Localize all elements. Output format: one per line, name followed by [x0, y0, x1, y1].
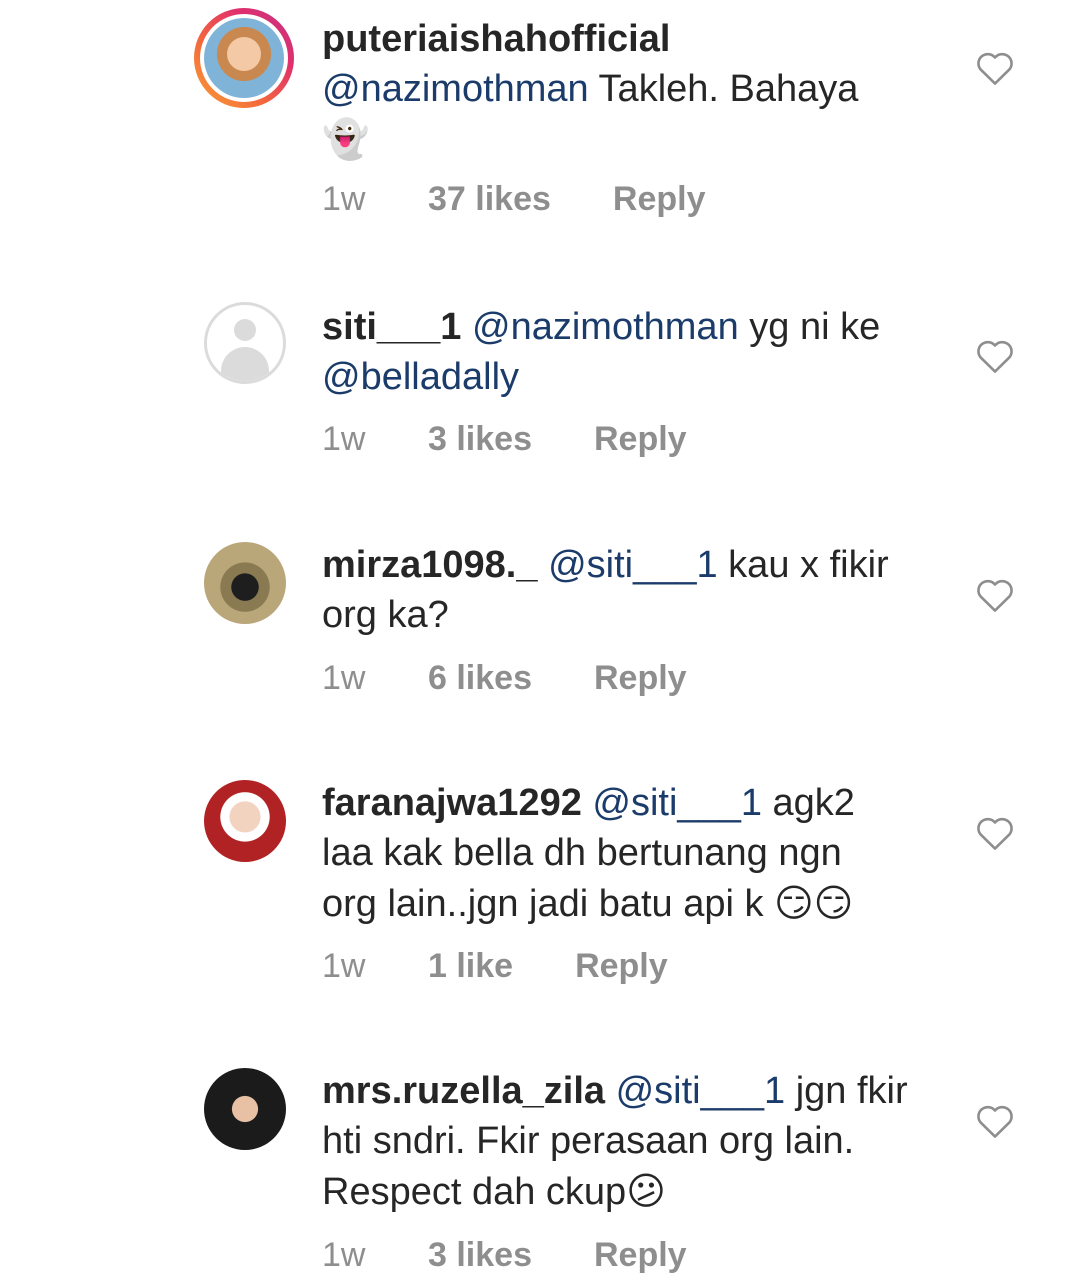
comment-text: siti___1 @nazimothman yg ni ke @belladal… — [322, 302, 942, 402]
comment-meta: 1w 3 likes Reply — [322, 420, 687, 459]
comment-body: Takleh. Bahaya — [588, 68, 859, 110]
comment-text: mirza1098._ @siti___1 kau x fikir org ka… — [322, 540, 942, 640]
comment-text: faranajwa1292 @siti___1 agk2 laa kak bel… — [322, 778, 942, 929]
mention-link[interactable]: @nazimothman — [472, 306, 739, 348]
likes-count[interactable]: 3 likes — [428, 1236, 532, 1275]
likes-count[interactable]: 37 likes — [428, 180, 551, 219]
comment-body: hti sndri. Fkir perasaan org lain. — [322, 1120, 855, 1162]
reply-button[interactable]: Reply — [594, 659, 687, 698]
ghost-emoji: 👻 — [322, 117, 370, 161]
reply-button[interactable]: Reply — [575, 947, 668, 986]
comment-meta: 1w 1 like Reply — [322, 947, 668, 986]
avatar[interactable] — [204, 542, 286, 624]
comment-body: yg ni ke — [738, 306, 881, 348]
mention-link[interactable]: @siti___1 — [548, 544, 718, 586]
username[interactable]: mirza1098._ — [322, 544, 538, 586]
mention-link[interactable]: @nazimothman — [322, 68, 589, 110]
avatar[interactable] — [204, 780, 286, 862]
timestamp: 1w — [322, 1236, 366, 1274]
comment-meta: 1w 3 likes Reply — [322, 1236, 687, 1275]
avatar-photo — [204, 18, 284, 98]
heart-icon[interactable] — [975, 577, 1015, 613]
timestamp: 1w — [322, 180, 366, 218]
comment-text: puteriaishahofficial @nazimothman Takleh… — [322, 14, 942, 165]
comment-text: mrs.ruzella_zila @siti___1 jgn fkir hti … — [322, 1066, 942, 1217]
heart-icon[interactable] — [975, 815, 1015, 851]
comment-meta: 1w 6 likes Reply — [322, 659, 687, 698]
smirk-emoji: 😏😏 — [774, 881, 854, 925]
comment-body: Respect dah ckup — [322, 1171, 627, 1213]
timestamp: 1w — [322, 659, 366, 697]
heart-icon[interactable] — [975, 338, 1015, 374]
confused-emoji: 😕 — [626, 1169, 666, 1213]
comment-body: org ka? — [322, 594, 449, 636]
default-avatar-body — [221, 347, 269, 381]
avatar[interactable] — [194, 8, 294, 108]
timestamp: 1w — [322, 947, 366, 985]
reply-button[interactable]: Reply — [613, 180, 706, 219]
comment-body: laa kak bella dh bertunang ngn — [322, 832, 842, 874]
comment-meta: 1w 37 likes Reply — [322, 180, 705, 219]
likes-count[interactable]: 3 likes — [428, 420, 532, 459]
username[interactable]: mrs.ruzella_zila — [322, 1070, 605, 1112]
avatar[interactable] — [204, 302, 286, 384]
default-avatar-head — [234, 319, 256, 341]
heart-icon[interactable] — [975, 50, 1015, 86]
avatar[interactable] — [204, 1068, 286, 1150]
likes-count[interactable]: 6 likes — [428, 659, 532, 698]
mention-link[interactable]: @belladally — [322, 356, 519, 398]
comment-body: jgn fkir — [785, 1070, 908, 1112]
comment-feed: puteriaishahofficial @nazimothman Takleh… — [0, 0, 1080, 1288]
mention-link[interactable]: @siti___1 — [592, 782, 762, 824]
username[interactable]: faranajwa1292 — [322, 782, 582, 824]
timestamp: 1w — [322, 420, 366, 458]
username[interactable]: puteriaishahofficial — [322, 18, 670, 60]
heart-icon[interactable] — [975, 1103, 1015, 1139]
comment-body: kau x fikir — [717, 544, 889, 586]
likes-count[interactable]: 1 like — [428, 947, 513, 986]
comment-body: org lain..jgn jadi batu api k — [322, 883, 775, 925]
reply-button[interactable]: Reply — [594, 1236, 687, 1275]
username[interactable]: siti___1 — [322, 306, 461, 348]
comment-body: agk2 — [761, 782, 855, 824]
reply-button[interactable]: Reply — [594, 420, 687, 459]
mention-link[interactable]: @siti___1 — [616, 1070, 786, 1112]
